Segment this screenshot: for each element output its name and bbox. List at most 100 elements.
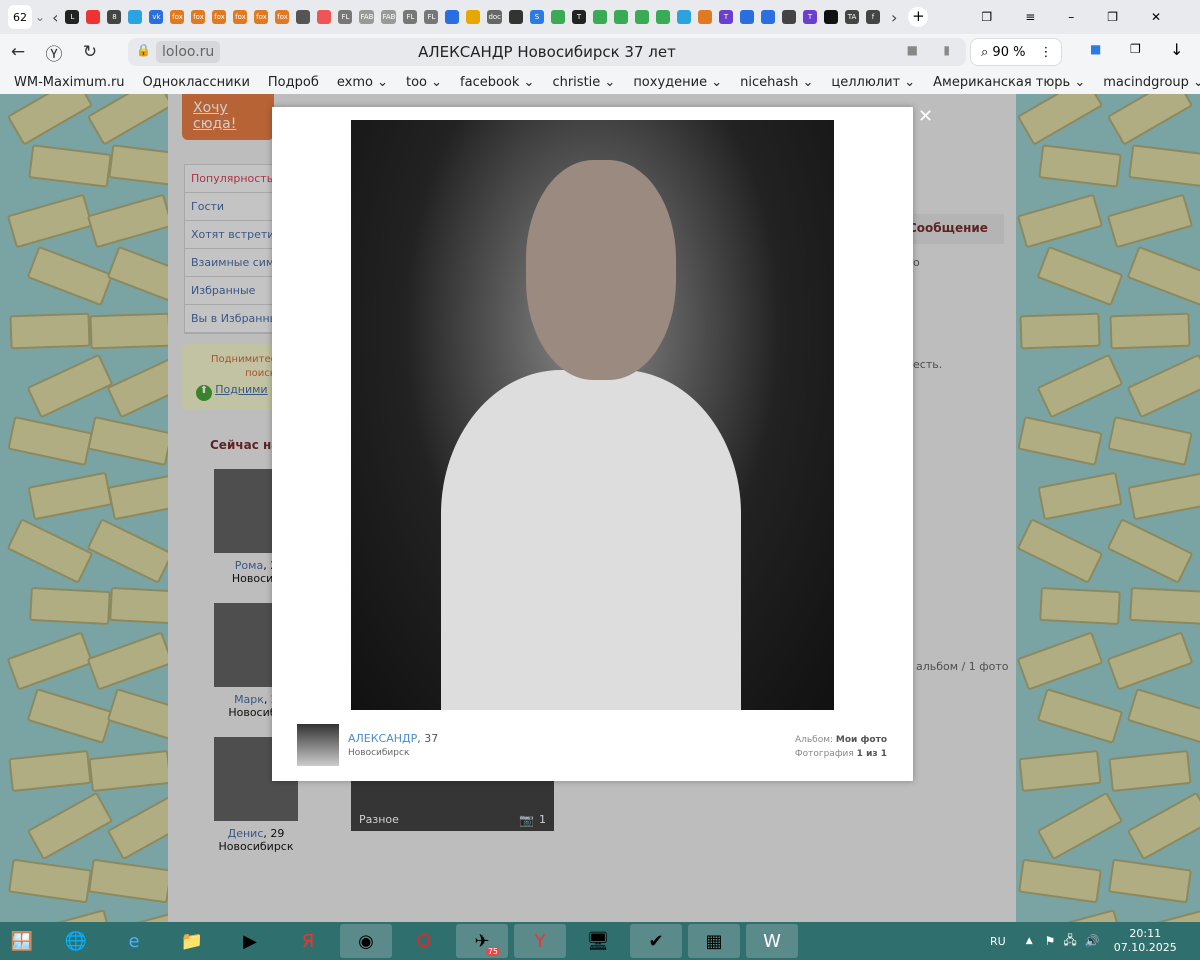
- tab-star-icon[interactable]: [698, 10, 713, 24]
- minimize-icon[interactable]: –: [1068, 10, 1074, 24]
- user-avatar[interactable]: [297, 724, 339, 766]
- tab-fl-icon[interactable]: FL: [403, 10, 418, 24]
- tab-telegram-icon[interactable]: [128, 10, 143, 24]
- bookmark-icon[interactable]: ▮: [943, 43, 950, 57]
- tab-fl-icon[interactable]: FL: [424, 10, 439, 24]
- album-name-link[interactable]: Мои фото: [836, 735, 887, 745]
- taskbar-telegram-icon[interactable]: ✈ 75: [456, 924, 508, 958]
- tab-t-icon[interactable]: T: [572, 10, 587, 24]
- tab-bowtie-icon[interactable]: [509, 10, 524, 24]
- taskbar-yandex-browser-icon[interactable]: Y: [514, 924, 566, 958]
- extension-icon[interactable]: ■: [1090, 42, 1101, 56]
- tab-drive-icon[interactable]: [614, 10, 629, 24]
- scroll-tabs-right-icon[interactable]: ›: [891, 8, 897, 27]
- tab-drive-icon[interactable]: [656, 10, 671, 24]
- tab-opera-icon[interactable]: [86, 10, 101, 24]
- tab-t-icon[interactable]: T: [803, 10, 818, 24]
- tab-drive-icon[interactable]: [593, 10, 608, 24]
- bookmark-item[interactable]: facebook ⌄: [460, 75, 534, 90]
- tab-s-icon[interactable]: S: [530, 10, 545, 24]
- tab-fab-icon[interactable]: FAB: [381, 10, 397, 24]
- bookmark-item[interactable]: похудение ⌄: [633, 75, 722, 90]
- close-window-icon[interactable]: ✕: [1151, 10, 1161, 24]
- tab-l-icon[interactable]: L: [65, 10, 80, 24]
- tabs-menu-icon[interactable]: ❐: [981, 10, 992, 24]
- tab-fox-icon[interactable]: fox: [233, 10, 248, 24]
- bookmark-item[interactable]: nicehash ⌄: [740, 75, 813, 90]
- close-modal-icon[interactable]: ✕: [918, 106, 933, 127]
- tab-count-button[interactable]: 62: [8, 5, 32, 29]
- collections-icon[interactable]: ❐: [1130, 42, 1141, 56]
- taskbar-explorer-icon[interactable]: 📁: [166, 924, 218, 958]
- new-tab-icon[interactable]: +: [908, 7, 929, 27]
- volume-icon[interactable]: 🔊: [1085, 934, 1100, 948]
- tab-fox-icon[interactable]: fox: [191, 10, 206, 24]
- start-button[interactable]: 🪟: [0, 924, 44, 958]
- tab-vk-icon[interactable]: vk: [149, 10, 164, 24]
- bookmark-item[interactable]: macindgroup ⌄: [1103, 75, 1200, 90]
- chevron-down-icon[interactable]: ⌄: [35, 10, 45, 24]
- tab-fox-icon[interactable]: fox: [254, 10, 269, 24]
- tab-f-icon[interactable]: f: [866, 10, 881, 24]
- tab-square-icon[interactable]: [824, 10, 839, 24]
- tab-chat-icon[interactable]: [445, 10, 460, 24]
- tab-gear-icon[interactable]: [782, 10, 797, 24]
- bookmark-item[interactable]: Подроб: [268, 75, 319, 90]
- taskbar-opera-icon[interactable]: O: [398, 924, 450, 958]
- taskbar-media-icon[interactable]: ▶: [224, 924, 276, 958]
- tab-smiley-icon[interactable]: [296, 10, 311, 24]
- bookmark-item[interactable]: целлюлит ⌄: [831, 75, 915, 90]
- taskbar-yandex-icon[interactable]: Я: [282, 924, 334, 958]
- chevron-down-icon: ⌄: [1070, 74, 1086, 90]
- tab-t-icon[interactable]: T: [719, 10, 734, 24]
- scroll-tabs-left-icon[interactable]: ‹: [52, 8, 58, 27]
- address-bar[interactable]: 🔒 loloo.ru АЛЕКСАНДР Новосибирск 37 лет …: [128, 38, 966, 66]
- bookmark-item[interactable]: WM-Maximum.ru: [14, 75, 125, 90]
- show-hidden-icons[interactable]: ▲: [1026, 936, 1033, 946]
- more-icon[interactable]: ⋮: [1039, 45, 1052, 60]
- user-name-link[interactable]: АЛЕКСАНДР: [348, 732, 417, 745]
- profile-photo[interactable]: [351, 120, 834, 710]
- tab-fox-icon[interactable]: fox: [170, 10, 185, 24]
- clock-date[interactable]: 07.10.2025: [1114, 941, 1177, 955]
- tab-doc-icon[interactable]: doc: [487, 10, 503, 24]
- back-icon[interactable]: ←: [0, 42, 36, 62]
- clock-time[interactable]: 20:11: [1114, 927, 1177, 941]
- taskbar-chrome-icon[interactable]: ◉: [340, 924, 392, 958]
- bookmark-item[interactable]: christie ⌄: [552, 75, 615, 90]
- tab-ta-icon[interactable]: TA: [845, 10, 860, 24]
- tab-fox-icon[interactable]: fox: [275, 10, 290, 24]
- maximize-icon[interactable]: ❐: [1107, 10, 1118, 24]
- download-icon[interactable]: ↓: [1170, 40, 1183, 59]
- action-center-icon[interactable]: ⚑: [1045, 934, 1056, 948]
- tab-shield-icon[interactable]: [317, 10, 332, 24]
- tab-drive-icon[interactable]: [635, 10, 650, 24]
- tab-fab-icon[interactable]: FAB: [359, 10, 375, 24]
- bookmark-item[interactable]: too ⌄: [406, 75, 442, 90]
- tab-fox-icon[interactable]: fox: [212, 10, 227, 24]
- taskbar-ie-icon[interactable]: e: [108, 924, 160, 958]
- tab-slash-icon[interactable]: [761, 10, 776, 24]
- zoom-button[interactable]: ⌕ 90 % ⋮: [970, 38, 1062, 66]
- taskbar-calc-icon[interactable]: ▦: [688, 924, 740, 958]
- taskbar-word-icon[interactable]: W: [746, 924, 798, 958]
- photo-label: Фотография: [794, 749, 854, 759]
- tab-fl-icon[interactable]: FL: [338, 10, 353, 24]
- bookmark-item[interactable]: Одноклассники: [143, 75, 250, 90]
- taskbar-check-icon[interactable]: ✔: [630, 924, 682, 958]
- taskbar-network-app-icon[interactable]: 🖥: [572, 924, 624, 958]
- tab-8-icon[interactable]: 8: [107, 10, 122, 24]
- bookmark-item[interactable]: Американская тюрь ⌄: [933, 75, 1085, 90]
- tab-telegram-icon[interactable]: [677, 10, 692, 24]
- comment-icon[interactable]: ■: [907, 43, 918, 57]
- taskbar-app-icon[interactable]: 🌐: [50, 924, 102, 958]
- yandex-icon[interactable]: Ⓨ: [36, 40, 72, 65]
- tab-bird-icon[interactable]: [466, 10, 481, 24]
- reload-icon[interactable]: ↻: [72, 42, 108, 62]
- tab-drive-icon[interactable]: [551, 10, 566, 24]
- tab-loloo-icon[interactable]: [740, 10, 755, 24]
- language-indicator[interactable]: RU: [990, 935, 1006, 948]
- network-icon[interactable]: 🖧: [1063, 931, 1076, 952]
- menu-icon[interactable]: ≡: [1025, 10, 1035, 24]
- bookmark-item[interactable]: exmo ⌄: [337, 75, 388, 90]
